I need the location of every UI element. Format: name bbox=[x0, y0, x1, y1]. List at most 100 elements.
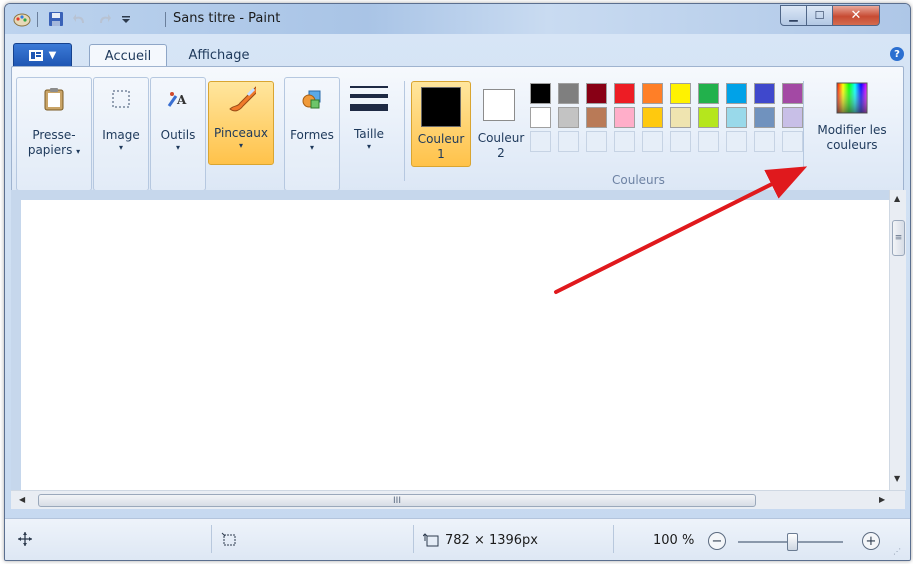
select-icon bbox=[106, 84, 136, 114]
palette-color-swatch[interactable] bbox=[698, 107, 719, 128]
palette-color-swatch[interactable] bbox=[754, 107, 775, 128]
scroll-left-icon[interactable]: ◀ bbox=[19, 495, 25, 504]
couleur1-label: Couleur 1 bbox=[412, 132, 470, 162]
status-divider bbox=[211, 525, 212, 553]
palette-custom-slot[interactable] bbox=[614, 131, 635, 152]
palette-color-swatch[interactable] bbox=[586, 83, 607, 104]
palette-custom-slot[interactable] bbox=[670, 131, 691, 152]
drawing-canvas[interactable] bbox=[21, 200, 889, 490]
image-size-icon bbox=[422, 533, 439, 550]
scroll-down-icon[interactable]: ▼ bbox=[894, 474, 900, 483]
ribbon-separator bbox=[404, 81, 405, 181]
paint-menu-icon bbox=[28, 49, 43, 61]
palette-color-swatch[interactable] bbox=[670, 107, 691, 128]
scroll-right-icon[interactable]: ▶ bbox=[879, 495, 885, 504]
image-button[interactable]: Image ▾ bbox=[96, 84, 146, 153]
palette-color-swatch[interactable] bbox=[614, 83, 635, 104]
paint-window: Sans titre - Paint ▁ ☐ ✕ ▼ Accueil Affic… bbox=[4, 3, 911, 561]
palette-color-swatch[interactable] bbox=[642, 83, 663, 104]
horizontal-scrollbar[interactable]: ◀ III ▶ bbox=[11, 490, 905, 509]
formes-button[interactable]: Formes ▾ bbox=[287, 84, 337, 153]
presse-papiers-label-1: Presse- bbox=[32, 128, 76, 142]
undo-icon[interactable] bbox=[71, 10, 89, 28]
palette-color-swatch[interactable] bbox=[726, 107, 747, 128]
couleur2-label-1: Couleur bbox=[477, 131, 525, 145]
tools-icon: A bbox=[163, 84, 193, 114]
couleur1-button[interactable]: Couleur 1 bbox=[411, 81, 471, 167]
quick-access-dropdown-icon[interactable] bbox=[117, 10, 135, 28]
status-bar: 782 × 1396px 100 % − + ⋰ bbox=[5, 518, 910, 560]
palette-custom-slot[interactable] bbox=[698, 131, 719, 152]
save-icon[interactable] bbox=[47, 10, 65, 28]
taille-button[interactable]: Taille ▾ bbox=[344, 83, 394, 152]
group-image: Image ▾ bbox=[93, 77, 149, 191]
status-divider bbox=[613, 525, 614, 553]
close-icon: ✕ bbox=[850, 8, 862, 23]
chevron-down-icon: ▼ bbox=[48, 49, 57, 61]
presse-papiers-button[interactable]: Presse- papiers ▾ bbox=[21, 84, 87, 158]
group-formes: Formes ▾ bbox=[284, 77, 340, 191]
couleur2-button[interactable]: Couleur 2 bbox=[472, 81, 530, 165]
paint-app-icon[interactable] bbox=[13, 10, 31, 28]
title-bar: Sans titre - Paint ▁ ☐ ✕ bbox=[5, 4, 910, 34]
tab-affichage[interactable]: Affichage bbox=[179, 44, 259, 66]
palette-custom-slot[interactable] bbox=[586, 131, 607, 152]
palette-color-swatch[interactable] bbox=[782, 107, 803, 128]
palette-color-swatch[interactable] bbox=[530, 107, 551, 128]
outils-label: Outils bbox=[160, 128, 196, 142]
ribbon: Presse- papiers ▾ Image ▾ A Outils ▾ Pin… bbox=[11, 66, 904, 192]
palette-custom-slot[interactable] bbox=[642, 131, 663, 152]
chevron-down-icon: ▾ bbox=[76, 147, 81, 156]
maximize-button[interactable]: ☐ bbox=[806, 5, 833, 26]
redo-icon[interactable] bbox=[95, 10, 113, 28]
plus-icon: + bbox=[865, 533, 877, 549]
zoom-in-button[interactable]: + bbox=[862, 532, 880, 550]
palette-custom-slot[interactable] bbox=[726, 131, 747, 152]
palette-custom-slot[interactable] bbox=[530, 131, 551, 152]
palette-custom-slot[interactable] bbox=[754, 131, 775, 152]
palette-color-swatch[interactable] bbox=[642, 107, 663, 128]
cursor-position-icon bbox=[17, 531, 33, 550]
formes-label: Formes bbox=[290, 128, 334, 142]
window-title: Sans titre - Paint bbox=[173, 11, 281, 26]
vertical-scroll-thumb[interactable]: ≡ bbox=[892, 220, 905, 256]
palette-custom-slot[interactable] bbox=[782, 131, 803, 152]
chevron-down-icon: ▾ bbox=[366, 142, 371, 151]
scroll-up-icon[interactable]: ▲ bbox=[894, 194, 900, 203]
palette-color-swatch[interactable] bbox=[698, 83, 719, 104]
zoom-slider-thumb[interactable] bbox=[787, 533, 798, 551]
palette-color-swatch[interactable] bbox=[754, 83, 775, 104]
vertical-scrollbar[interactable]: ▲ ≡ ▼ bbox=[889, 190, 906, 490]
zoom-level: 100 % bbox=[653, 533, 695, 548]
paint-menu-button[interactable]: ▼ bbox=[13, 43, 72, 67]
shapes-icon bbox=[297, 84, 327, 114]
image-size-text: 782 × 1396px bbox=[445, 533, 538, 548]
chevron-down-icon: ▾ bbox=[175, 143, 180, 152]
horizontal-scroll-thumb[interactable]: III bbox=[38, 494, 756, 507]
chevron-down-icon: ▾ bbox=[309, 143, 314, 152]
modifier-couleurs-button[interactable]: Modifier les couleurs bbox=[809, 81, 895, 171]
zoom-out-button[interactable]: − bbox=[708, 532, 726, 550]
palette-color-swatch[interactable] bbox=[726, 83, 747, 104]
color-spectrum-icon bbox=[835, 81, 869, 115]
palette-color-swatch[interactable] bbox=[670, 83, 691, 104]
ribbon-tab-row: ▼ Accueil Affichage ? bbox=[5, 42, 910, 67]
palette-color-swatch[interactable] bbox=[530, 83, 551, 104]
help-icon[interactable]: ? bbox=[890, 47, 904, 61]
group-outils: A Outils ▾ bbox=[150, 77, 206, 191]
palette-color-swatch[interactable] bbox=[614, 107, 635, 128]
palette-custom-slot[interactable] bbox=[558, 131, 579, 152]
palette-color-swatch[interactable] bbox=[558, 83, 579, 104]
outils-button[interactable]: A Outils ▾ bbox=[153, 84, 203, 153]
resize-grip-icon[interactable]: ⋰ bbox=[893, 547, 901, 556]
couleurs-group-label: Couleurs bbox=[612, 173, 665, 187]
minimize-button[interactable]: ▁ bbox=[780, 5, 807, 26]
palette-color-swatch[interactable] bbox=[586, 107, 607, 128]
chevron-down-icon: ▾ bbox=[238, 141, 243, 150]
tab-accueil[interactable]: Accueil bbox=[89, 44, 167, 67]
close-button[interactable]: ✕ bbox=[832, 5, 880, 26]
palette-color-swatch[interactable] bbox=[782, 83, 803, 104]
palette-color-swatch[interactable] bbox=[558, 107, 579, 128]
couleur2-label: Couleur 2 bbox=[472, 131, 530, 161]
pinceaux-button[interactable]: Pinceaux ▾ bbox=[208, 81, 274, 165]
